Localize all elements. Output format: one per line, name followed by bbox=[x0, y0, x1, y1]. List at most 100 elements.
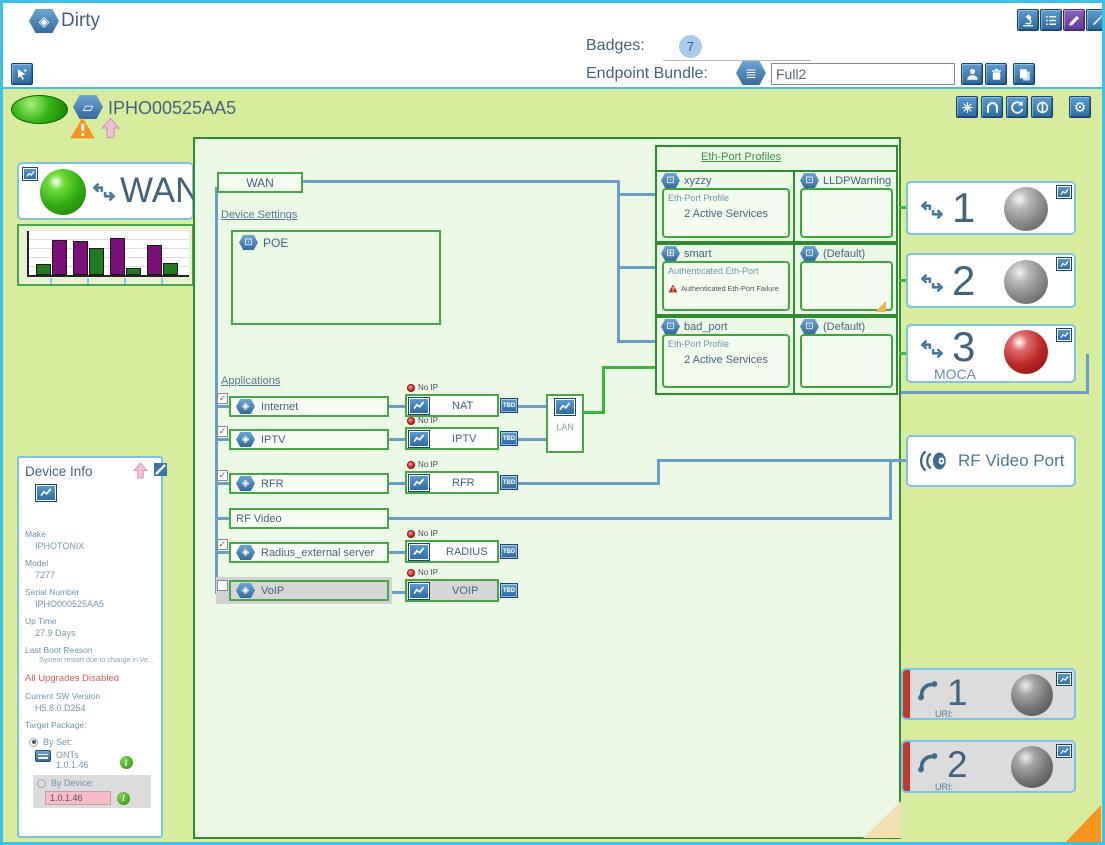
debug-spark-icon[interactable] bbox=[956, 96, 978, 118]
tbd-button[interactable]: TBD bbox=[500, 583, 518, 598]
field-label: Model bbox=[25, 558, 155, 568]
info-icon[interactable]: i bbox=[120, 756, 133, 769]
profile-smart[interactable]: ⊞ smart bbox=[661, 246, 712, 261]
chart-icon[interactable] bbox=[408, 582, 430, 600]
chart-icon[interactable] bbox=[408, 543, 430, 561]
cursor-select-icon[interactable] bbox=[11, 63, 33, 85]
monitor-icon: ⊡ bbox=[239, 235, 258, 250]
marker-icon[interactable] bbox=[1063, 9, 1085, 31]
no-ip-indicator: No IP bbox=[407, 529, 438, 538]
tbd-button[interactable]: TBD bbox=[500, 544, 518, 559]
info-icon[interactable]: i bbox=[117, 792, 130, 805]
profile-type: Authenticated Eth-Port bbox=[664, 263, 788, 276]
app-checkbox-iptv[interactable]: ✓ bbox=[217, 426, 228, 437]
by-set-radio[interactable] bbox=[29, 738, 38, 747]
field-value: 27.9 Days bbox=[35, 628, 155, 638]
app-voip[interactable]: ◈ VoIP bbox=[229, 580, 389, 601]
device-settings-link[interactable]: Device Settings bbox=[221, 209, 297, 221]
profile-smart-box[interactable]: Authenticated Eth-Port Authenticated Eth… bbox=[662, 261, 790, 311]
profile-default-2[interactable]: ⊡ (Default) bbox=[800, 246, 865, 261]
device-status-indicator bbox=[11, 95, 68, 124]
microscope-icon[interactable] bbox=[1017, 9, 1039, 31]
device-info-panel: Device Info Make IPHOTONIX Model 7277 Se… bbox=[17, 456, 163, 838]
chart-icon[interactable] bbox=[408, 397, 430, 415]
service-radius[interactable]: RADIUS bbox=[405, 540, 499, 563]
app-icon: ◈ bbox=[236, 476, 255, 491]
moca-label: MOCA bbox=[934, 366, 976, 382]
copy-icon[interactable] bbox=[1013, 63, 1035, 85]
chart-icon[interactable] bbox=[22, 167, 38, 181]
app-internet[interactable]: ◈ Internet bbox=[229, 396, 389, 417]
service-iptv[interactable]: IPTV bbox=[405, 427, 499, 450]
phone-port-2-card[interactable]: 2 URI: bbox=[901, 740, 1076, 793]
profile-default-3-box[interactable] bbox=[800, 334, 893, 388]
diagram-resize-handle[interactable] bbox=[863, 801, 901, 838]
connector-line bbox=[518, 482, 659, 485]
profile-lldpwarning-box[interactable] bbox=[800, 188, 893, 238]
app-checkbox-rfr[interactable]: ✓ bbox=[217, 470, 228, 481]
applications-link[interactable]: Applications bbox=[221, 375, 280, 387]
collapse-arrow-icon[interactable] bbox=[133, 462, 148, 484]
trash-icon[interactable] bbox=[985, 63, 1007, 85]
endpoint-bundle-input[interactable] bbox=[771, 63, 955, 85]
eth-port-2-card[interactable]: 2 bbox=[906, 253, 1076, 308]
eth-port-profiles-link[interactable]: Eth-Port Profiles bbox=[701, 151, 781, 163]
app-iptv[interactable]: ◈ IPTV bbox=[229, 429, 389, 450]
chart-icon[interactable] bbox=[1056, 328, 1072, 342]
profile-xyzzy[interactable]: ⊡ xyzzy bbox=[661, 173, 712, 188]
tbd-button[interactable]: TBD bbox=[500, 475, 518, 490]
app-checkbox-internet[interactable]: ✓ bbox=[217, 393, 228, 404]
chart-icon[interactable] bbox=[408, 430, 430, 448]
poe-box[interactable]: ⊡ POE bbox=[231, 230, 441, 325]
profile-bad-port[interactable]: ⊡ bad_port bbox=[661, 319, 727, 334]
profile-bad-port-box[interactable]: Eth-Port Profile 2 Active Services bbox=[662, 334, 790, 388]
app-radius[interactable]: ◈ Radius_external server bbox=[229, 542, 389, 563]
chart-icon[interactable] bbox=[1056, 257, 1072, 271]
wan-card-label: WAN bbox=[120, 171, 200, 211]
app-checkbox-voip[interactable] bbox=[217, 580, 228, 591]
chart-icon[interactable] bbox=[1056, 672, 1072, 686]
wan-port-card[interactable]: WAN bbox=[17, 162, 194, 220]
service-rfr[interactable]: RFR bbox=[405, 471, 499, 494]
tbd-button[interactable]: TBD bbox=[500, 398, 518, 413]
upgrade-arrow-icon[interactable] bbox=[101, 117, 120, 144]
profile-lldpwarning[interactable]: ⊡ LLDPWarning bbox=[800, 173, 891, 188]
list-icon[interactable] bbox=[1040, 9, 1062, 31]
app-rfr[interactable]: ◈ RFR bbox=[229, 473, 389, 494]
chart-icon[interactable] bbox=[35, 484, 57, 502]
chart-icon[interactable] bbox=[1056, 744, 1072, 758]
power-icon[interactable] bbox=[1031, 96, 1053, 118]
chart-icon[interactable] bbox=[408, 474, 430, 492]
profile-xyzzy-box[interactable]: Eth-Port Profile 2 Active Services bbox=[662, 188, 790, 238]
refresh-icon[interactable] bbox=[1006, 96, 1028, 118]
tbd-button[interactable]: TBD bbox=[500, 431, 518, 446]
app-rf-video[interactable]: RF Video bbox=[229, 508, 389, 529]
wan-node[interactable]: WAN bbox=[217, 172, 303, 193]
profile-default-3[interactable]: ⊡ (Default) bbox=[800, 319, 865, 334]
gear-icon[interactable]: ⚙ bbox=[1069, 96, 1091, 118]
service-voip[interactable]: VOIP bbox=[405, 579, 499, 602]
app-checkbox-radius[interactable]: ✓ bbox=[217, 539, 228, 550]
eth-port-failure-warning: Authenticated Eth-Port Failure bbox=[664, 276, 788, 293]
eth-port-1-card[interactable]: 1 bbox=[906, 181, 1076, 235]
badges-count[interactable]: 7 bbox=[679, 35, 702, 58]
pencil-icon[interactable] bbox=[1086, 9, 1105, 31]
edit-corner-icon[interactable] bbox=[154, 463, 167, 481]
chart-icon[interactable] bbox=[1056, 185, 1072, 199]
arch-icon[interactable] bbox=[981, 96, 1003, 118]
user-icon[interactable] bbox=[961, 63, 983, 85]
phone-number: 2 bbox=[947, 744, 968, 786]
lan-node[interactable]: LAN bbox=[546, 394, 584, 453]
rf-video-port-card[interactable]: RF Video Port bbox=[906, 435, 1076, 487]
by-device-version-input[interactable]: 1.0.1.46 bbox=[45, 791, 111, 805]
profile-type: Eth-Port Profile bbox=[664, 336, 788, 349]
chart-icon[interactable] bbox=[554, 398, 576, 416]
no-ip-indicator: No IP bbox=[407, 460, 438, 469]
service-nat[interactable]: NAT bbox=[405, 394, 499, 417]
app-label: RFR bbox=[261, 478, 284, 490]
connector-line bbox=[389, 405, 405, 408]
by-device-radio[interactable] bbox=[37, 779, 46, 788]
phone-port-1-card[interactable]: 1 URI: bbox=[901, 668, 1076, 720]
eth-port-3-moca-card[interactable]: 3 MOCA bbox=[906, 324, 1076, 383]
page-resize-handle[interactable] bbox=[1063, 805, 1101, 845]
